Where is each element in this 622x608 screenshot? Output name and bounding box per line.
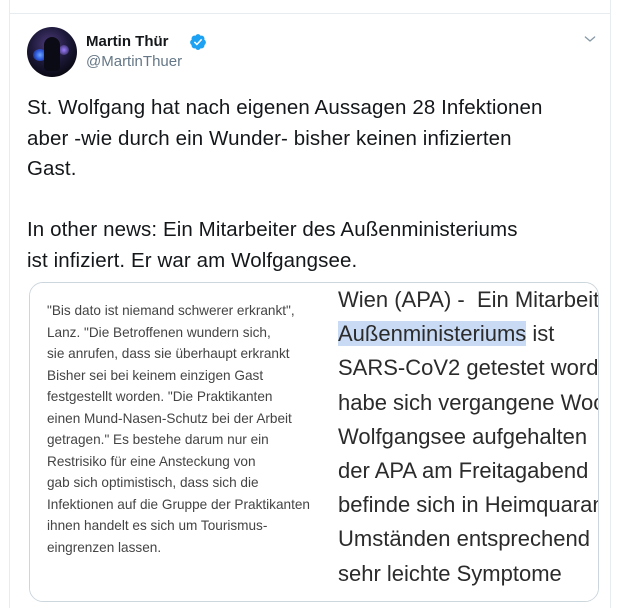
image-right-line-6: der APA am Freitagabend: [338, 458, 589, 484]
image-right-text: Wien (APA) - Ein Mitarbeiter Außenminist…: [338, 283, 598, 591]
image-right-line-7: befinde sich in Heimquarantäne: [338, 492, 598, 518]
avatar[interactable]: [27, 27, 77, 77]
image-right-line-4: habe sich vergangene Woche: [338, 389, 598, 415]
top-divider: [10, 13, 610, 14]
verified-badge-icon: [190, 34, 206, 50]
image-right-highlight: Außenministeriums: [338, 321, 527, 347]
chevron-down-icon[interactable]: [582, 31, 598, 47]
image-right-line-5: Wolfgangsee aufgehalten: [338, 423, 588, 449]
media-image-left[interactable]: "Bis dato ist niemand schwerer erkrankt"…: [30, 283, 316, 601]
handle[interactable]: @MartinThuer: [86, 53, 182, 70]
display-name[interactable]: Martin Thür: [86, 33, 169, 50]
media-image-right[interactable]: Wien (APA) - Ein Mitarbeiter Außenminist…: [318, 283, 598, 601]
image-right-line-8: Umständen entsprechend: [338, 526, 590, 552]
image-left-text: "Bis dato ist niemand schwerer erkrankt"…: [47, 303, 310, 555]
tweet-card[interactable]: Martin Thür @MartinThuer St. Wolfgang ha…: [9, 0, 611, 608]
media-gallery[interactable]: "Bis dato ist niemand schwerer erkrankt"…: [29, 282, 599, 602]
image-right-line-9: sehr leichte Symptome: [338, 560, 562, 586]
image-right-line-1: Wien (APA) - Ein Mitarbeiter: [338, 287, 598, 312]
image-right-line-3: SARS-CoV2 getestet worden: [338, 355, 598, 381]
tweet-text: St. Wolfgang hat nach eigenen Aussagen 2…: [27, 96, 543, 272]
image-right-line-2: ist: [526, 321, 555, 347]
